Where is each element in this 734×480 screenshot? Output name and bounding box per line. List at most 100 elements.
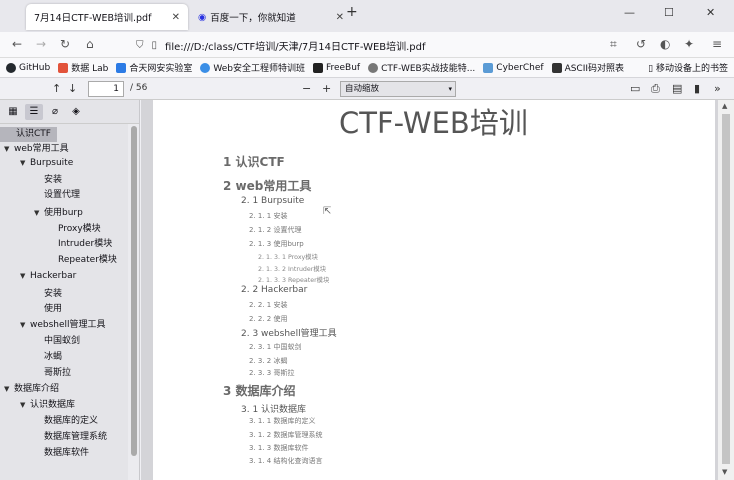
close-window-button[interactable]: ✕	[706, 6, 715, 19]
minimize-button[interactable]: —	[624, 6, 635, 19]
save-icon[interactable]: ▤	[672, 82, 682, 95]
twisty-icon[interactable]: ▼	[4, 142, 14, 157]
address-bar[interactable]: ⛉ ▯ file:///D:/class/CTF培训/天津/7月14日CTF-W…	[136, 35, 596, 55]
thumbnails-icon[interactable]: ▦	[4, 104, 22, 120]
outline-item[interactable]: 数据库管理系统	[0, 430, 107, 445]
screenshot-icon[interactable]: ⌗	[610, 37, 617, 52]
toc-entry[interactable]: 2. 1. 2 设置代理	[249, 225, 302, 235]
previous-page-icon[interactable]: ↑	[52, 82, 61, 95]
outline-item[interactable]: Intruder模块	[0, 237, 112, 252]
outline-item[interactable]: ▼ Burpsuite	[0, 156, 73, 171]
outline-item[interactable]: Proxy模块	[0, 222, 101, 237]
tab-baidu[interactable]: ◉ 百度一下，你就知道 ✕	[190, 4, 352, 30]
palette-icon[interactable]: ◐	[660, 37, 670, 51]
outline-item[interactable]: 认识CTF	[0, 127, 57, 142]
forward-icon[interactable]: →	[36, 37, 46, 51]
maximize-button[interactable]: ☐	[664, 6, 674, 19]
scrollbar-thumb[interactable]	[722, 114, 730, 464]
outline-item[interactable]: 哥斯拉	[0, 366, 71, 381]
twisty-icon[interactable]: ▼	[20, 269, 30, 284]
twisty-icon[interactable]: ▼	[4, 382, 14, 397]
presentation-icon[interactable]: ▭	[630, 82, 640, 95]
toc-entry[interactable]: 2. 2 Hackerbar	[241, 285, 307, 295]
toc-entry[interactable]: 2. 2. 1 安装	[249, 300, 288, 310]
outline-item[interactable]: 数据库软件	[0, 446, 89, 461]
scroll-up-icon[interactable]: ▲	[722, 102, 727, 110]
bookmark-ctf-web[interactable]: CTF-WEB实战技能特...	[368, 61, 475, 74]
undo-close-icon[interactable]: ↺	[636, 37, 646, 51]
layers-icon[interactable]: ◈	[67, 104, 85, 120]
outline-item[interactable]: 设置代理	[0, 188, 80, 203]
toc-entry[interactable]: 2. 3. 1 中国蚁剑	[249, 342, 302, 352]
toc-entry[interactable]: 2. 1. 3. 3 Repeater模块	[258, 275, 329, 284]
toc-entry[interactable]: 2. 2. 2 使用	[249, 314, 288, 324]
tab-pdf[interactable]: 7月14日CTF-WEB培训.pdf ✕	[26, 4, 188, 30]
outline-item[interactable]: 安装	[0, 287, 62, 302]
shield-icon[interactable]: ⛉	[136, 40, 144, 51]
toc-entry[interactable]: 3. 1. 1 数据库的定义	[249, 416, 316, 426]
outline-item[interactable]: Repeater模块	[0, 253, 117, 268]
new-tab-button[interactable]: +	[346, 4, 358, 20]
reload-icon[interactable]: ↻	[60, 37, 70, 51]
outline-item[interactable]: ▼ Hackerbar	[0, 269, 76, 284]
attachments-icon[interactable]: ⌀	[46, 104, 64, 120]
outline-item[interactable]: 安装	[0, 173, 62, 188]
outline-item[interactable]: ▼ 数据库介绍	[0, 382, 59, 397]
bookmark-cyberchef[interactable]: CyberChef	[483, 62, 544, 73]
toc-entry[interactable]: 3. 1 认识数据库	[241, 402, 306, 415]
bookmark-github[interactable]: GitHub	[6, 62, 50, 73]
toc-entry[interactable]: 3. 1. 2 数据库管理系统	[249, 430, 323, 440]
page-number-input[interactable]: 1	[88, 81, 124, 97]
toc-entry[interactable]: 2. 3. 2 冰蝎	[249, 356, 288, 366]
outline-item[interactable]: ▼ 使用burp	[0, 206, 83, 221]
toc-entry[interactable]: 2. 1. 3 使用burp	[249, 239, 304, 249]
toc-entry[interactable]: 2. 3. 3 哥斯拉	[249, 368, 295, 378]
viewer-scrollbar[interactable]: ▲ ▼	[718, 100, 734, 480]
twisty-icon[interactable]: ▼	[20, 318, 30, 333]
twisty-icon[interactable]: ▼	[34, 206, 44, 221]
zoom-in-icon[interactable]: +	[322, 82, 331, 95]
print-icon[interactable]: ⎙	[651, 82, 660, 96]
bookmark-freebuf[interactable]: FreeBuf	[312, 62, 360, 73]
bookmark-web-training[interactable]: Web安全工程师特训班	[200, 61, 305, 74]
zoom-out-icon[interactable]: −	[302, 82, 311, 95]
twisty-icon[interactable]: ▼	[20, 156, 30, 171]
toc-entry[interactable]: 2. 3 webshell管理工具	[241, 326, 337, 339]
toc-entry[interactable]: 3. 1. 4 结构化查询语言	[249, 456, 323, 466]
scrollbar-thumb[interactable]	[131, 126, 137, 456]
outline-item[interactable]: 数据库的定义	[0, 414, 98, 429]
outline-icon[interactable]: ☰	[25, 103, 43, 120]
outline-item[interactable]: 冰蝎	[0, 350, 62, 365]
scroll-down-icon[interactable]: ▼	[722, 468, 727, 476]
toc-entry[interactable]: 2. 1. 3. 1 Proxy模块	[258, 252, 318, 261]
bookmark-hetian[interactable]: 合天网安实验室	[116, 61, 192, 74]
outline-item[interactable]: 使用	[0, 302, 62, 317]
close-icon[interactable]: ✕	[172, 12, 180, 23]
toc-entry[interactable]: 1 认识CTF	[223, 153, 285, 170]
toc-entry[interactable]: 2. 1 Burpsuite	[241, 196, 304, 206]
menu-icon[interactable]: ≡	[712, 37, 722, 51]
sidebar-scrollbar[interactable]	[128, 124, 139, 480]
toc-entry[interactable]: 3. 1. 3 数据库软件	[249, 443, 309, 453]
twisty-icon[interactable]: ▼	[20, 398, 30, 413]
page-info-icon[interactable]: ▯	[152, 40, 158, 51]
outline-item[interactable]: 中国蚁剑	[0, 334, 80, 349]
outline-item[interactable]: ▼ 认识数据库	[0, 398, 75, 413]
bookmark-data-lab[interactable]: 数据 Lab	[58, 61, 108, 74]
mobile-bookmarks[interactable]: ▯ 移动设备上的书签	[648, 61, 728, 74]
toc-entry[interactable]: 2 web常用工具	[223, 177, 311, 194]
toc-entry[interactable]: 2. 1. 3. 2 Intruder模块	[258, 264, 326, 273]
home-icon[interactable]: ⌂	[86, 37, 94, 51]
tools-icon[interactable]: »	[714, 82, 721, 95]
bookmark-icon[interactable]: ▮	[694, 82, 700, 95]
toc-entry[interactable]: 2. 1. 1 安装	[249, 211, 288, 221]
back-icon[interactable]: ←	[12, 37, 22, 51]
close-icon[interactable]: ✕	[336, 12, 344, 23]
next-page-icon[interactable]: ↓	[68, 82, 77, 95]
extensions-icon[interactable]: ✦	[684, 37, 694, 51]
bookmark-ascii[interactable]: ASCII码对照表	[551, 61, 624, 74]
toc-entry[interactable]: 3 数据库介绍	[223, 382, 296, 399]
outline-item[interactable]: ▼ webshell管理工具	[0, 318, 106, 333]
zoom-select[interactable]: 自动缩放 ▾	[340, 81, 456, 97]
outline-item[interactable]: ▼ web常用工具	[0, 142, 69, 157]
